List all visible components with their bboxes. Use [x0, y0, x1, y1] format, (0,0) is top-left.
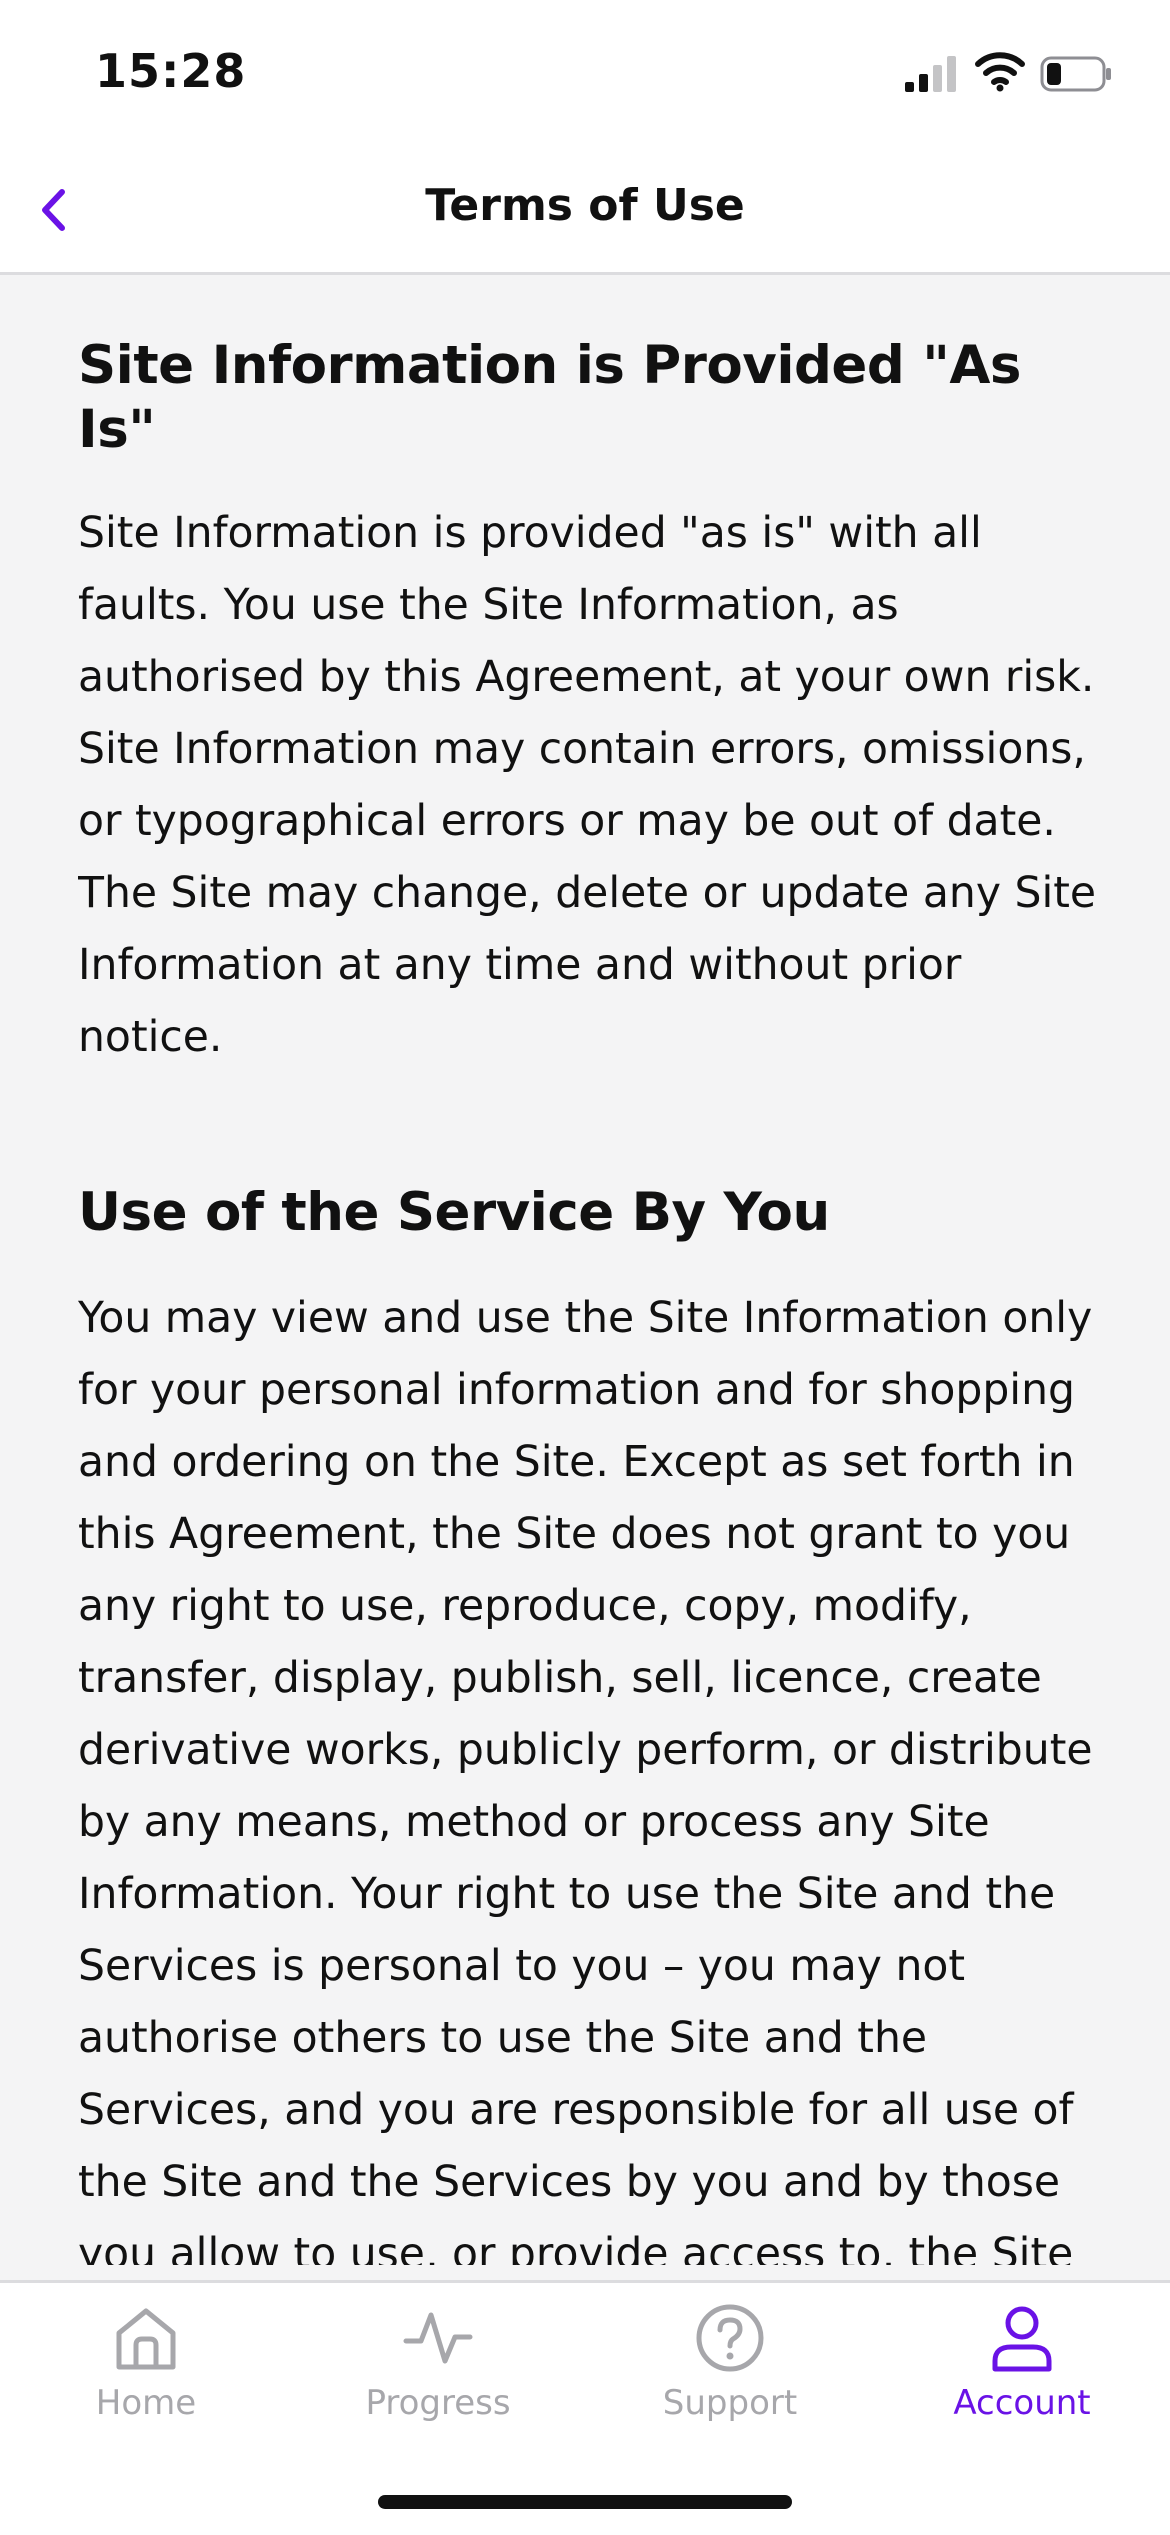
section-heading: Site Information is Provided "As Is" [78, 335, 1021, 460]
tab-home[interactable]: Home [0, 2283, 292, 2463]
home-indicator [378, 2495, 792, 2509]
terms-content[interactable]: Site Information is Provided "As Is" Sit… [78, 272, 1098, 2265]
tab-label: Home [95, 2383, 197, 2423]
home-icon [116, 2308, 176, 2370]
tab-support[interactable]: Support [584, 2283, 876, 2463]
tab-label: Account [953, 2383, 1091, 2423]
tab-label: Progress [365, 2383, 511, 2423]
section-heading: Use of the Service By You [78, 1182, 830, 1243]
cellular-signal-icon [905, 56, 956, 92]
wifi-icon [975, 52, 1025, 92]
status-time: 15:28 [95, 44, 247, 98]
activity-icon [403, 2312, 473, 2364]
battery-icon [1040, 56, 1111, 92]
section-body: You may view and use the Site Informatio… [78, 1294, 1093, 2265]
tab-account[interactable]: Account [876, 2283, 1168, 2463]
page-title: Terms of Use [425, 180, 745, 231]
tab-label: Support [662, 2383, 798, 2423]
tab-progress[interactable]: Progress [292, 2283, 584, 2463]
user-icon [992, 2306, 1052, 2372]
status-bar: 15:28 [0, 0, 1170, 150]
section-body: Site Information is provided "as is" wit… [78, 509, 1097, 1062]
navigation-header: Terms of Use [0, 150, 1170, 275]
help-circle-icon [696, 2304, 764, 2372]
